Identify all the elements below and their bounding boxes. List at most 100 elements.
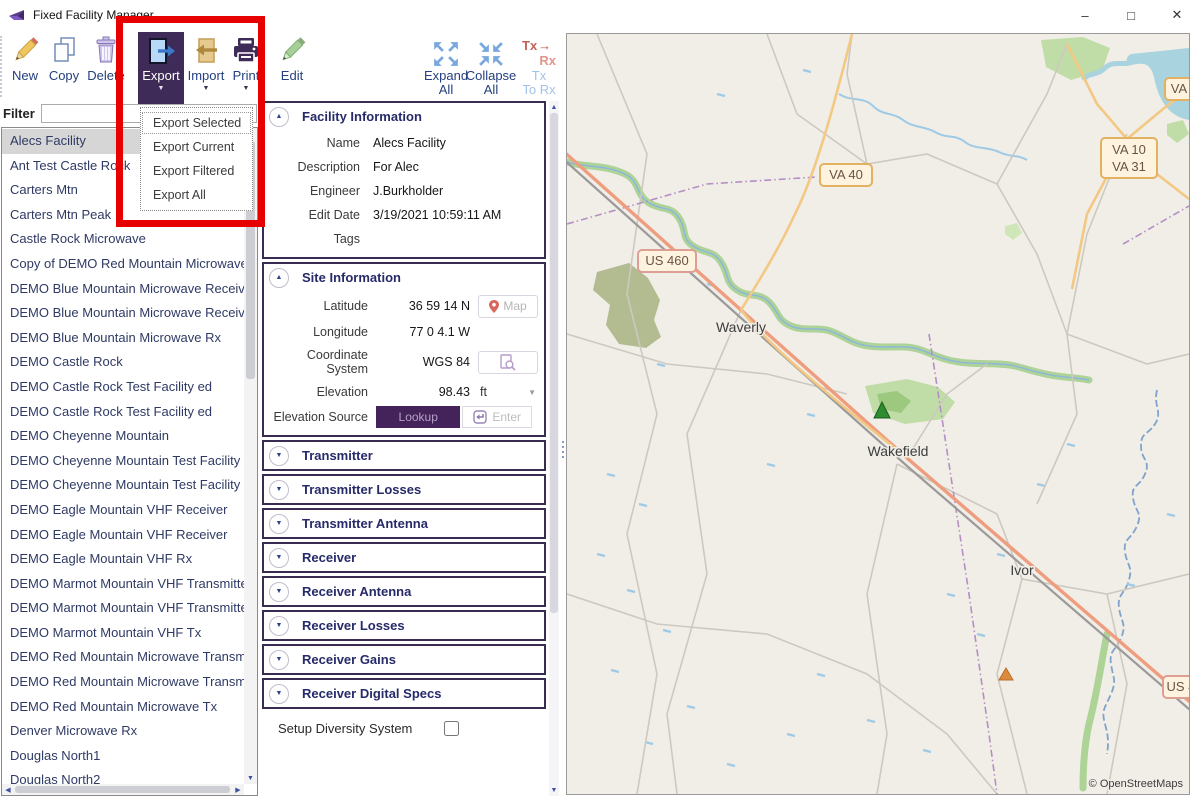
expand-chevron-icon[interactable]: ▼ xyxy=(269,650,289,670)
expand-chevron-icon[interactable]: ▼ xyxy=(269,480,289,500)
list-item[interactable]: Denver Microwave Rx xyxy=(2,719,244,744)
expand-chevron-icon[interactable]: ▼ xyxy=(269,514,289,534)
maximize-button[interactable]: □ xyxy=(1108,0,1154,30)
list-item[interactable]: DEMO Castle Rock Test Facility ed xyxy=(2,375,244,400)
list-item[interactable]: DEMO Castle Rock Test Facility ed xyxy=(2,400,244,425)
lookup-button[interactable]: Lookup xyxy=(376,406,460,428)
latitude-value[interactable]: 36 59 14 N xyxy=(376,299,470,313)
section-header[interactable]: ▼ Receiver Digital Specs xyxy=(264,680,544,707)
map-canvas[interactable]: US 460 VA 40 VA 10 VA 31 VA US 4 Waverly… xyxy=(567,34,1189,794)
section-header[interactable]: ▲ Site Information xyxy=(264,264,544,291)
section-header[interactable]: ▼ Transmitter xyxy=(264,442,544,469)
list-item[interactable]: DEMO Red Mountain Microwave Tx xyxy=(2,695,244,720)
minimize-button[interactable]: – xyxy=(1062,0,1108,30)
list-item[interactable]: DEMO Eagle Mountain VHF Receiver xyxy=(2,498,244,523)
list-item[interactable]: Douglas North2 xyxy=(2,768,244,784)
scroll-down-icon[interactable]: ▼ xyxy=(549,784,559,796)
menu-item-export-current[interactable]: Export Current xyxy=(141,135,252,159)
field-value[interactable]: J.Burkholder xyxy=(373,184,536,198)
svg-text:VA 10: VA 10 xyxy=(1112,142,1146,157)
detail-vertical-scrollbar[interactable]: ▲ ▼ xyxy=(549,101,559,796)
list-item[interactable]: DEMO Blue Mountain Microwave Rx xyxy=(2,326,244,351)
export-caret-icon[interactable]: ▼ xyxy=(158,85,165,92)
expand-chevron-icon[interactable]: ▼ xyxy=(269,446,289,466)
field-value[interactable]: Alecs Facility xyxy=(373,136,536,150)
list-item[interactable]: DEMO Marmot Mountain VHF Transmitter xyxy=(2,572,244,597)
import-caret-icon[interactable]: ▼ xyxy=(203,85,210,92)
copy-button[interactable]: Copy xyxy=(44,32,84,100)
delete-button[interactable]: Delete xyxy=(84,32,128,100)
expand-chevron-icon[interactable]: ▼ xyxy=(269,548,289,568)
shield-va-partial: VA xyxy=(1165,78,1189,100)
coordinate-system-value[interactable]: WGS 84 xyxy=(376,355,470,369)
list-item[interactable]: DEMO Marmot Mountain VHF Tx xyxy=(2,621,244,646)
import-button[interactable]: Import ▼ xyxy=(184,32,228,100)
scroll-down-icon[interactable]: ▼ xyxy=(244,772,257,784)
map-button[interactable]: Map xyxy=(478,295,538,318)
print-button[interactable]: Print ▼ xyxy=(228,32,264,100)
panel-splitter[interactable] xyxy=(559,100,566,798)
field-value: 3/19/2021 10:59:11 AM xyxy=(373,208,536,222)
scrollbar-thumb[interactable] xyxy=(15,786,230,793)
trash-icon xyxy=(91,32,121,68)
menu-item-export-filtered[interactable]: Export Filtered xyxy=(141,159,252,183)
window-title: Fixed Facility Manager xyxy=(33,8,154,22)
field-value[interactable]: For Alec xyxy=(373,160,536,174)
edit-button[interactable]: Edit xyxy=(270,32,314,100)
list-item[interactable]: DEMO Blue Mountain Microwave Receiver xyxy=(2,277,244,302)
tx-to-rx-button[interactable]: Tx→ Rx TxTo Rx xyxy=(518,32,560,100)
scroll-right-icon[interactable]: ▶ xyxy=(232,784,244,795)
coordinate-lookup-button[interactable] xyxy=(478,351,538,374)
section-header[interactable]: ▼ Transmitter Antenna xyxy=(264,510,544,537)
collapse-all-button[interactable]: CollapseAll xyxy=(466,32,516,100)
list-item[interactable]: DEMO Blue Mountain Microwave Receiver xyxy=(2,301,244,326)
list-item[interactable]: DEMO Red Mountain Microwave Transmitter xyxy=(2,670,244,695)
section-header[interactable]: ▼ Receiver Antenna xyxy=(264,578,544,605)
print-caret-icon[interactable]: ▼ xyxy=(243,85,250,92)
close-button[interactable]: ✕ xyxy=(1154,0,1200,30)
expand-chevron-icon[interactable]: ▼ xyxy=(269,616,289,636)
section-header[interactable]: ▼ Transmitter Losses xyxy=(264,476,544,503)
list-horizontal-scrollbar[interactable]: ◀ ▶ xyxy=(2,784,244,795)
collapse-chevron-icon[interactable]: ▲ xyxy=(269,268,289,288)
elevation-unit-dropdown[interactable]: ft ▼ xyxy=(478,385,538,399)
list-item[interactable]: DEMO Cheyenne Mountain Test Facility xyxy=(2,449,244,474)
list-item[interactable]: Castle Rock Microwave xyxy=(2,227,244,252)
scroll-left-icon[interactable]: ◀ xyxy=(2,784,14,795)
expand-all-button[interactable]: ExpandAll xyxy=(424,32,468,100)
list-item[interactable]: Copy of DEMO Red Mountain Microwave Tx xyxy=(2,252,244,277)
section-header[interactable]: ▼ Receiver Gains xyxy=(264,646,544,673)
list-item[interactable]: DEMO Marmot Mountain VHF Transmitter xyxy=(2,596,244,621)
list-vertical-scrollbar[interactable]: ▲ ▼ xyxy=(244,128,257,784)
collapse-chevron-icon[interactable]: ▲ xyxy=(269,107,289,127)
expand-chevron-icon[interactable]: ▼ xyxy=(269,582,289,602)
section-header[interactable]: ▼ Receiver xyxy=(264,544,544,571)
new-button[interactable]: New xyxy=(6,32,44,100)
town-label-waverly: Waverly xyxy=(716,319,766,335)
section-transmitter: ▼ Transmitter xyxy=(262,440,546,471)
setup-diversity-checkbox[interactable] xyxy=(444,721,459,736)
list-item[interactable]: Douglas North1 xyxy=(2,744,244,769)
list-item[interactable]: DEMO Red Mountain Microwave Transmitter xyxy=(2,645,244,670)
export-button[interactable]: Export ▼ xyxy=(138,32,184,104)
scroll-up-icon[interactable]: ▲ xyxy=(549,101,559,113)
list-item[interactable]: DEMO Cheyenne Mountain xyxy=(2,424,244,449)
list-item[interactable]: DEMO Eagle Mountain VHF Receiver xyxy=(2,523,244,548)
enter-button[interactable]: Enter xyxy=(462,406,532,428)
section-header[interactable]: ▼ Receiver Losses xyxy=(264,612,544,639)
longitude-value[interactable]: 77 0 4.1 W xyxy=(376,325,470,339)
field-label: Edit Date xyxy=(264,208,360,222)
menu-item-export-selected[interactable]: Export Selected xyxy=(141,111,252,135)
scrollbar-thumb[interactable] xyxy=(550,113,558,613)
section-header[interactable]: ▲ Facility Information xyxy=(264,103,544,130)
section-facility-information: ▲ Facility Information NameAlecs Facilit… xyxy=(262,101,546,259)
list-item[interactable]: DEMO Eagle Mountain VHF Rx xyxy=(2,547,244,572)
toolbar-grip[interactable] xyxy=(0,36,3,97)
list-item[interactable]: DEMO Cheyenne Mountain Test Facility xyxy=(2,473,244,498)
section-transmitter-antenna: ▼ Transmitter Antenna xyxy=(262,508,546,539)
section-receiver-antenna: ▼ Receiver Antenna xyxy=(262,576,546,607)
menu-item-export-all[interactable]: Export All xyxy=(141,183,252,207)
elevation-value[interactable]: 98.43 xyxy=(376,385,470,399)
expand-chevron-icon[interactable]: ▼ xyxy=(269,684,289,704)
list-item[interactable]: DEMO Castle Rock xyxy=(2,350,244,375)
